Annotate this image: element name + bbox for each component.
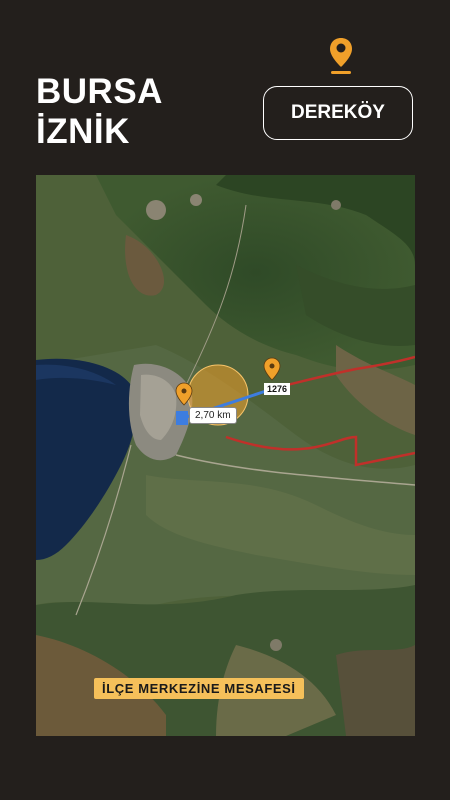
city-name: BURSA xyxy=(36,72,163,111)
map-pin-icon xyxy=(330,38,352,74)
satellite-map[interactable]: 2,70 km 1276 İLÇE MERKEZİNE MESAFESİ xyxy=(36,175,415,736)
city-title: BURSA İZNİK xyxy=(36,72,163,152)
place-badge: DEREKÖY xyxy=(263,86,413,140)
district-name: İZNİK xyxy=(36,112,130,151)
distance-caption: İLÇE MERKEZİNE MESAFESİ xyxy=(94,678,304,699)
place-name: DEREKÖY xyxy=(291,102,385,123)
distance-label: 2,70 km xyxy=(189,407,237,424)
marker-number: 1276 xyxy=(264,383,291,395)
map-terrain xyxy=(36,175,415,736)
